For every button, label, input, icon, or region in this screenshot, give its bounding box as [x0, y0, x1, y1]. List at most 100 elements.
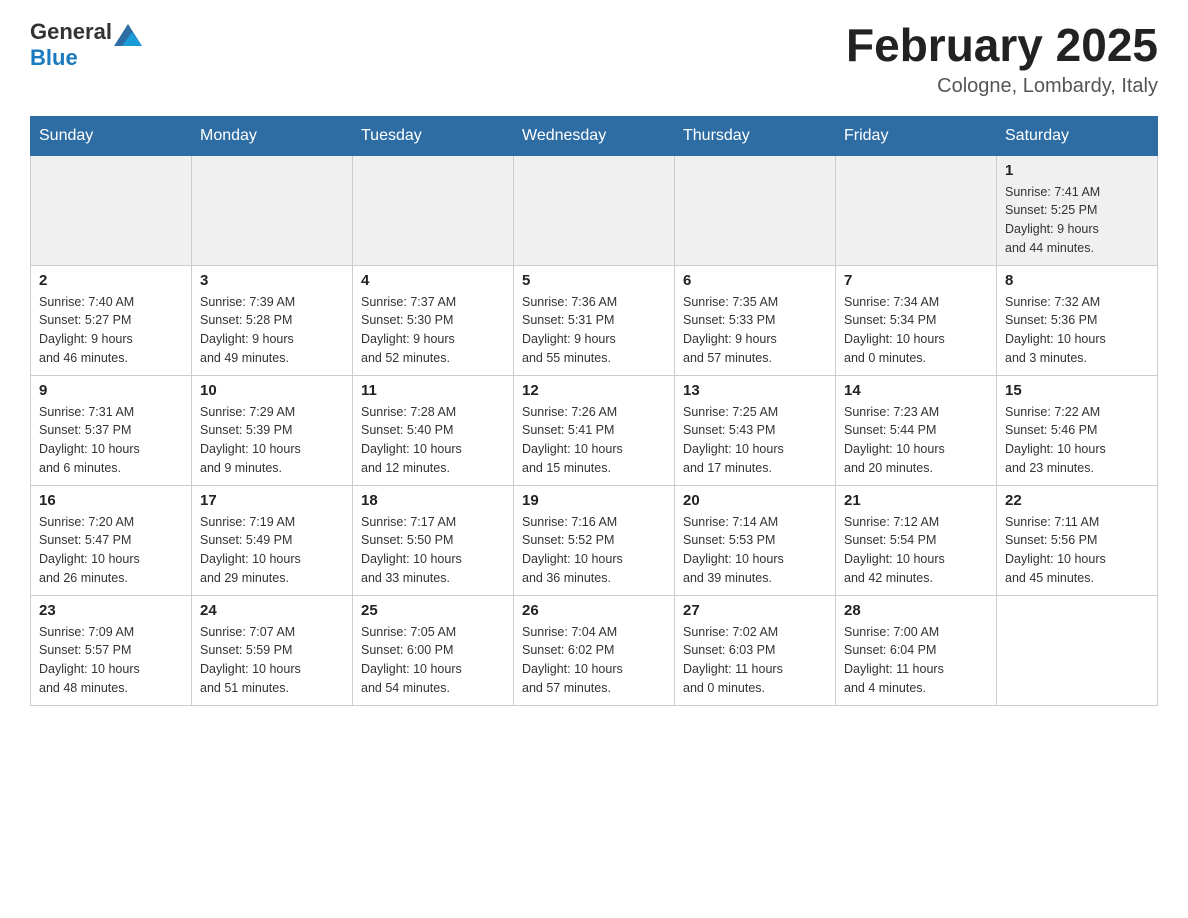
table-row: 16 Sunrise: 7:20 AMSunset: 5:47 PMDayligh…: [31, 485, 192, 595]
day-number: 26: [522, 602, 666, 619]
day-number: 12: [522, 382, 666, 399]
day-info: Sunrise: 7:16 AMSunset: 5:52 PMDaylight:…: [522, 513, 666, 588]
calendar-title: February 2025: [846, 20, 1158, 71]
day-info: Sunrise: 7:31 AMSunset: 5:37 PMDaylight:…: [39, 403, 183, 478]
calendar-week-row: 2 Sunrise: 7:40 AMSunset: 5:27 PMDaylight…: [31, 265, 1158, 375]
table-row: 18 Sunrise: 7:17 AMSunset: 5:50 PMDayligh…: [353, 485, 514, 595]
logo-blue: Blue: [30, 45, 78, 70]
table-row: 14 Sunrise: 7:23 AMSunset: 5:44 PMDayligh…: [836, 375, 997, 485]
table-row: 1 Sunrise: 7:41 AMSunset: 5:25 PMDaylight…: [997, 155, 1158, 265]
logo-icon: [114, 24, 142, 46]
table-row: 25 Sunrise: 7:05 AMSunset: 6:00 PMDayligh…: [353, 595, 514, 705]
day-number: 8: [1005, 272, 1149, 289]
col-tuesday: Tuesday: [353, 116, 514, 155]
table-row: 11 Sunrise: 7:28 AMSunset: 5:40 PMDayligh…: [353, 375, 514, 485]
table-row: [836, 155, 997, 265]
table-row: 4 Sunrise: 7:37 AMSunset: 5:30 PMDaylight…: [353, 265, 514, 375]
table-row: [192, 155, 353, 265]
calendar-subtitle: Cologne, Lombardy, Italy: [846, 75, 1158, 98]
logo: General Blue: [30, 20, 142, 70]
day-info: Sunrise: 7:40 AMSunset: 5:27 PMDaylight:…: [39, 293, 183, 368]
day-number: 28: [844, 602, 988, 619]
day-info: Sunrise: 7:39 AMSunset: 5:28 PMDaylight:…: [200, 293, 344, 368]
day-info: Sunrise: 7:35 AMSunset: 5:33 PMDaylight:…: [683, 293, 827, 368]
day-number: 17: [200, 492, 344, 509]
table-row: 17Sunrise: 7:19 AMSunset: 5:49 PMDayligh…: [192, 485, 353, 595]
table-row: 3 Sunrise: 7:39 AMSunset: 5:28 PMDaylight…: [192, 265, 353, 375]
day-info: Sunrise: 7:11 AMSunset: 5:56 PMDaylight:…: [1005, 513, 1149, 588]
col-friday: Friday: [836, 116, 997, 155]
table-row: 23Sunrise: 7:09 AMSunset: 5:57 PMDayligh…: [31, 595, 192, 705]
day-info: Sunrise: 7:29 AMSunset: 5:39 PMDaylight:…: [200, 403, 344, 478]
day-number: 15: [1005, 382, 1149, 399]
table-row: 10 Sunrise: 7:29 AMSunset: 5:39 PMDayligh…: [192, 375, 353, 485]
table-row: 19Sunrise: 7:16 AMSunset: 5:52 PMDayligh…: [514, 485, 675, 595]
calendar-header-row: Sunday Monday Tuesday Wednesday Thursday…: [31, 116, 1158, 155]
day-number: 5: [522, 272, 666, 289]
table-row: [353, 155, 514, 265]
calendar-table: Sunday Monday Tuesday Wednesday Thursday…: [30, 116, 1158, 706]
table-row: [514, 155, 675, 265]
day-info: Sunrise: 7:37 AMSunset: 5:30 PMDaylight:…: [361, 293, 505, 368]
table-row: 24 Sunrise: 7:07 AMSunset: 5:59 PMDayligh…: [192, 595, 353, 705]
table-row: 2 Sunrise: 7:40 AMSunset: 5:27 PMDaylight…: [31, 265, 192, 375]
day-number: 25: [361, 602, 505, 619]
calendar-week-row: 23Sunrise: 7:09 AMSunset: 5:57 PMDayligh…: [31, 595, 1158, 705]
day-number: 2: [39, 272, 183, 289]
day-info: Sunrise: 7:36 AMSunset: 5:31 PMDaylight:…: [522, 293, 666, 368]
day-info: Sunrise: 7:28 AMSunset: 5:40 PMDaylight:…: [361, 403, 505, 478]
day-info: Sunrise: 7:32 AMSunset: 5:36 PMDaylight:…: [1005, 293, 1149, 368]
day-number: 13: [683, 382, 827, 399]
table-row: [997, 595, 1158, 705]
day-info: Sunrise: 7:23 AMSunset: 5:44 PMDaylight:…: [844, 403, 988, 478]
day-number: 27: [683, 602, 827, 619]
table-row: 6Sunrise: 7:35 AMSunset: 5:33 PMDaylight…: [675, 265, 836, 375]
day-number: 23: [39, 602, 183, 619]
page-header: General Blue February 2025 Cologne, Lomb…: [30, 20, 1158, 98]
calendar-week-row: 1 Sunrise: 7:41 AMSunset: 5:25 PMDaylight…: [31, 155, 1158, 265]
day-number: 4: [361, 272, 505, 289]
table-row: 13Sunrise: 7:25 AMSunset: 5:43 PMDayligh…: [675, 375, 836, 485]
table-row: 27 Sunrise: 7:02 AMSunset: 6:03 PMDayligh…: [675, 595, 836, 705]
day-info: Sunrise: 7:04 AMSunset: 6:02 PMDaylight:…: [522, 623, 666, 698]
day-number: 11: [361, 382, 505, 399]
col-thursday: Thursday: [675, 116, 836, 155]
day-info: Sunrise: 7:07 AMSunset: 5:59 PMDaylight:…: [200, 623, 344, 698]
table-row: 12Sunrise: 7:26 AMSunset: 5:41 PMDayligh…: [514, 375, 675, 485]
day-info: Sunrise: 7:02 AMSunset: 6:03 PMDaylight:…: [683, 623, 827, 698]
day-number: 3: [200, 272, 344, 289]
day-info: Sunrise: 7:17 AMSunset: 5:50 PMDaylight:…: [361, 513, 505, 588]
day-number: 1: [1005, 162, 1149, 179]
day-number: 20: [683, 492, 827, 509]
table-row: 26 Sunrise: 7:04 AMSunset: 6:02 PMDayligh…: [514, 595, 675, 705]
day-number: 16: [39, 492, 183, 509]
calendar-week-row: 9 Sunrise: 7:31 AMSunset: 5:37 PMDaylight…: [31, 375, 1158, 485]
day-info: Sunrise: 7:14 AMSunset: 5:53 PMDaylight:…: [683, 513, 827, 588]
day-info: Sunrise: 7:12 AMSunset: 5:54 PMDaylight:…: [844, 513, 988, 588]
day-number: 14: [844, 382, 988, 399]
table-row: 22 Sunrise: 7:11 AMSunset: 5:56 PMDayligh…: [997, 485, 1158, 595]
day-info: Sunrise: 7:41 AMSunset: 5:25 PMDaylight:…: [1005, 183, 1149, 258]
day-number: 10: [200, 382, 344, 399]
table-row: [675, 155, 836, 265]
day-number: 21: [844, 492, 988, 509]
day-info: Sunrise: 7:34 AMSunset: 5:34 PMDaylight:…: [844, 293, 988, 368]
col-sunday: Sunday: [31, 116, 192, 155]
table-row: 7 Sunrise: 7:34 AMSunset: 5:34 PMDaylight…: [836, 265, 997, 375]
col-wednesday: Wednesday: [514, 116, 675, 155]
day-info: Sunrise: 7:22 AMSunset: 5:46 PMDaylight:…: [1005, 403, 1149, 478]
table-row: 5 Sunrise: 7:36 AMSunset: 5:31 PMDaylight…: [514, 265, 675, 375]
day-info: Sunrise: 7:00 AMSunset: 6:04 PMDaylight:…: [844, 623, 988, 698]
day-info: Sunrise: 7:20 AMSunset: 5:47 PMDaylight:…: [39, 513, 183, 588]
col-saturday: Saturday: [997, 116, 1158, 155]
col-monday: Monday: [192, 116, 353, 155]
day-info: Sunrise: 7:05 AMSunset: 6:00 PMDaylight:…: [361, 623, 505, 698]
title-area: February 2025 Cologne, Lombardy, Italy: [846, 20, 1158, 98]
day-number: 7: [844, 272, 988, 289]
day-number: 24: [200, 602, 344, 619]
day-number: 18: [361, 492, 505, 509]
table-row: 28 Sunrise: 7:00 AMSunset: 6:04 PMDayligh…: [836, 595, 997, 705]
day-number: 22: [1005, 492, 1149, 509]
day-number: 9: [39, 382, 183, 399]
table-row: 21 Sunrise: 7:12 AMSunset: 5:54 PMDayligh…: [836, 485, 997, 595]
